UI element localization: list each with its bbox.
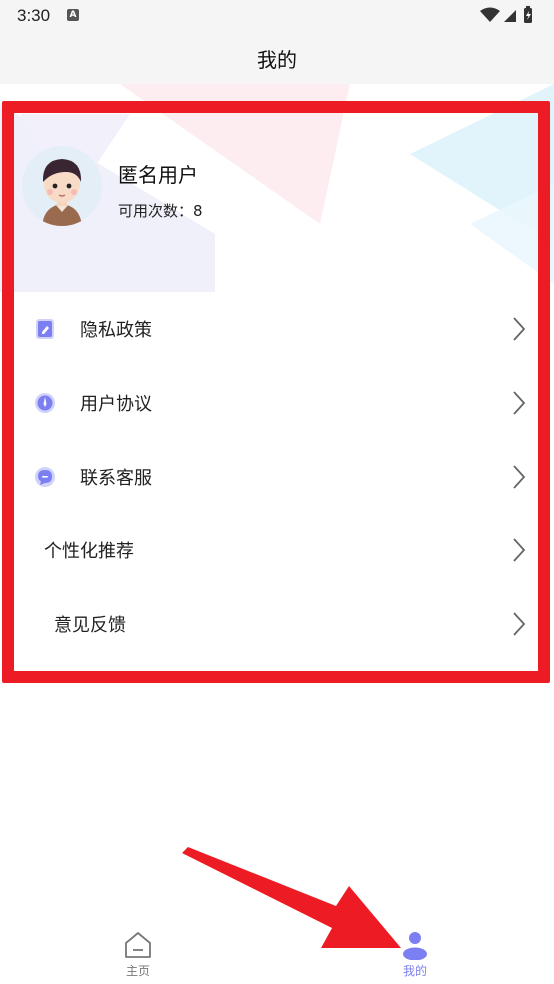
signal-icon <box>504 10 516 22</box>
bottom-tab-bar: 主页 我的 <box>0 920 554 984</box>
tab-home-label: 主页 <box>125 964 150 978</box>
system-status-icons <box>480 6 532 23</box>
status-time: 3:30 <box>17 6 51 25</box>
page-title: 我的 <box>257 48 297 72</box>
home-icon <box>125 932 151 958</box>
wifi-icon <box>480 7 500 22</box>
tab-mine[interactable]: 我的 <box>375 920 455 984</box>
notification-icon: A <box>67 9 79 21</box>
annotation-highlight-frame <box>2 101 550 683</box>
title-bar: 我的 <box>0 32 554 84</box>
status-bar: 3:30 A <box>0 0 554 32</box>
tab-mine-label: 我的 <box>402 964 427 978</box>
tab-home[interactable]: 主页 <box>98 920 178 984</box>
person-icon <box>403 932 427 960</box>
